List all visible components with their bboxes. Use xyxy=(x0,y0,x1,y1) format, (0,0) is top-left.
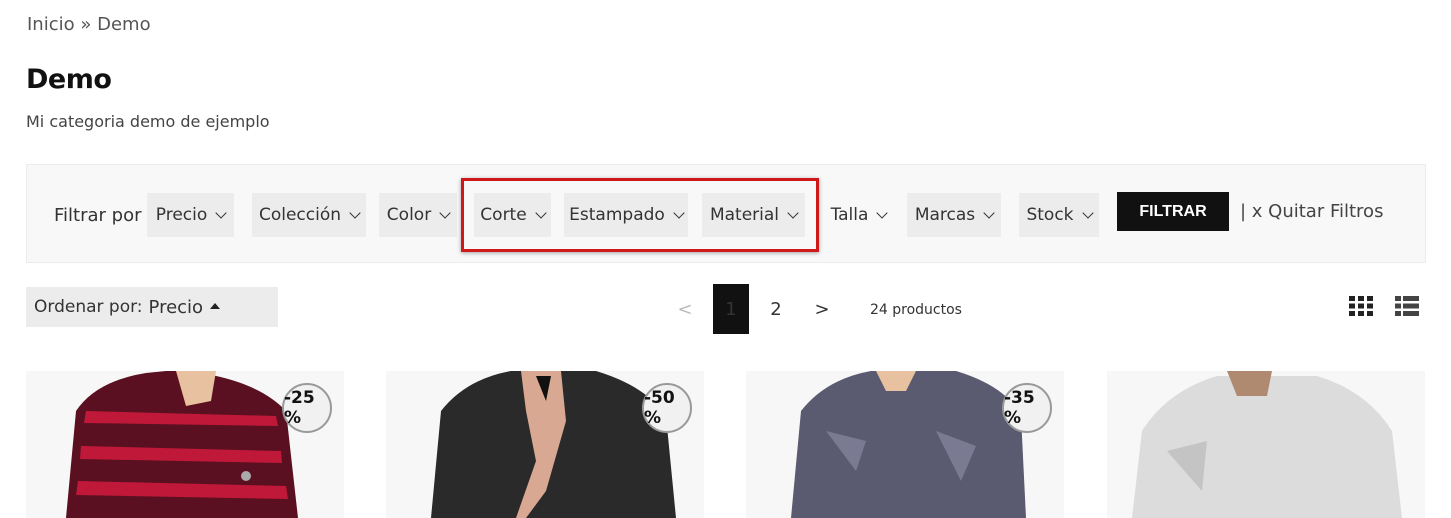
pagination-page-1[interactable]: 1 xyxy=(713,284,749,334)
facet-label: Material xyxy=(709,205,780,225)
chevron-down-icon xyxy=(439,206,451,219)
chevron-down-icon xyxy=(983,206,995,219)
product-card[interactable]: -25 % xyxy=(26,371,344,518)
facet-label: Colección xyxy=(258,205,342,225)
facet-label: Corte xyxy=(480,205,527,225)
chevron-down-icon xyxy=(215,206,227,219)
discount-badge: -35 % xyxy=(1002,383,1052,433)
filter-talla-dropdown[interactable]: Talla xyxy=(821,193,896,237)
chevron-down-icon xyxy=(1081,206,1094,219)
filter-precio-dropdown[interactable]: Precio xyxy=(147,193,234,237)
product-card[interactable]: -35 % xyxy=(746,371,1064,518)
pagination-prev-button[interactable]: < xyxy=(668,284,702,334)
filter-color-dropdown[interactable]: Color xyxy=(379,193,457,237)
list-view-icon[interactable] xyxy=(1395,296,1419,320)
filter-stock-dropdown[interactable]: Stock xyxy=(1019,193,1099,237)
page-title: Demo xyxy=(26,64,112,95)
product-card[interactable]: -50 % xyxy=(386,371,704,518)
sort-label: Ordenar por: xyxy=(34,297,143,317)
filter-bar: Filtrar por Precio Colección Color Corte… xyxy=(26,164,1426,263)
breadcrumb: Inicio » Demo xyxy=(27,14,151,35)
product-image xyxy=(1107,371,1425,518)
pagination-next-button[interactable]: > xyxy=(804,284,840,334)
chevron-down-icon xyxy=(535,206,547,219)
filter-marcas-dropdown[interactable]: Marcas xyxy=(907,193,1001,237)
facet-label: Estampado xyxy=(569,205,665,225)
facet-label: Talla xyxy=(830,205,869,225)
facet-label: Precio xyxy=(155,205,208,225)
product-card[interactable] xyxy=(1107,371,1425,518)
filter-label: Filtrar por xyxy=(54,205,142,226)
filter-estampado-dropdown[interactable]: Estampado xyxy=(564,193,688,237)
grid-view-icon[interactable] xyxy=(1349,296,1373,320)
facet-label: Marcas xyxy=(914,205,976,225)
chevron-down-icon xyxy=(673,206,685,219)
filter-submit-button[interactable]: FILTRAR xyxy=(1117,192,1229,231)
breadcrumb-home-link[interactable]: Inicio xyxy=(27,14,75,35)
sort-value: Precio xyxy=(148,296,204,318)
filter-corte-dropdown[interactable]: Corte xyxy=(474,193,551,237)
pagination-page-2[interactable]: 2 xyxy=(758,284,794,334)
chevron-down-icon xyxy=(349,206,361,219)
chevron-down-icon xyxy=(876,206,889,219)
discount-badge: -25 % xyxy=(282,383,332,433)
breadcrumb-current: Demo xyxy=(97,14,151,35)
clear-filters-link[interactable]: | x Quitar Filtros xyxy=(1240,201,1383,222)
discount-badge: -50 % xyxy=(642,383,692,433)
breadcrumb-separator: » xyxy=(80,14,92,35)
facet-label: Stock xyxy=(1026,205,1074,225)
filter-material-dropdown[interactable]: Material xyxy=(702,193,805,237)
product-count: 24 productos xyxy=(870,302,962,318)
page-subtitle: Mi categoria demo de ejemplo xyxy=(26,112,270,131)
caret-up-icon xyxy=(210,303,221,309)
filter-coleccion-dropdown[interactable]: Colección xyxy=(252,193,366,237)
sort-dropdown[interactable]: Ordenar por: Precio xyxy=(26,287,278,327)
facet-label: Color xyxy=(386,205,432,225)
chevron-down-icon xyxy=(787,206,799,219)
